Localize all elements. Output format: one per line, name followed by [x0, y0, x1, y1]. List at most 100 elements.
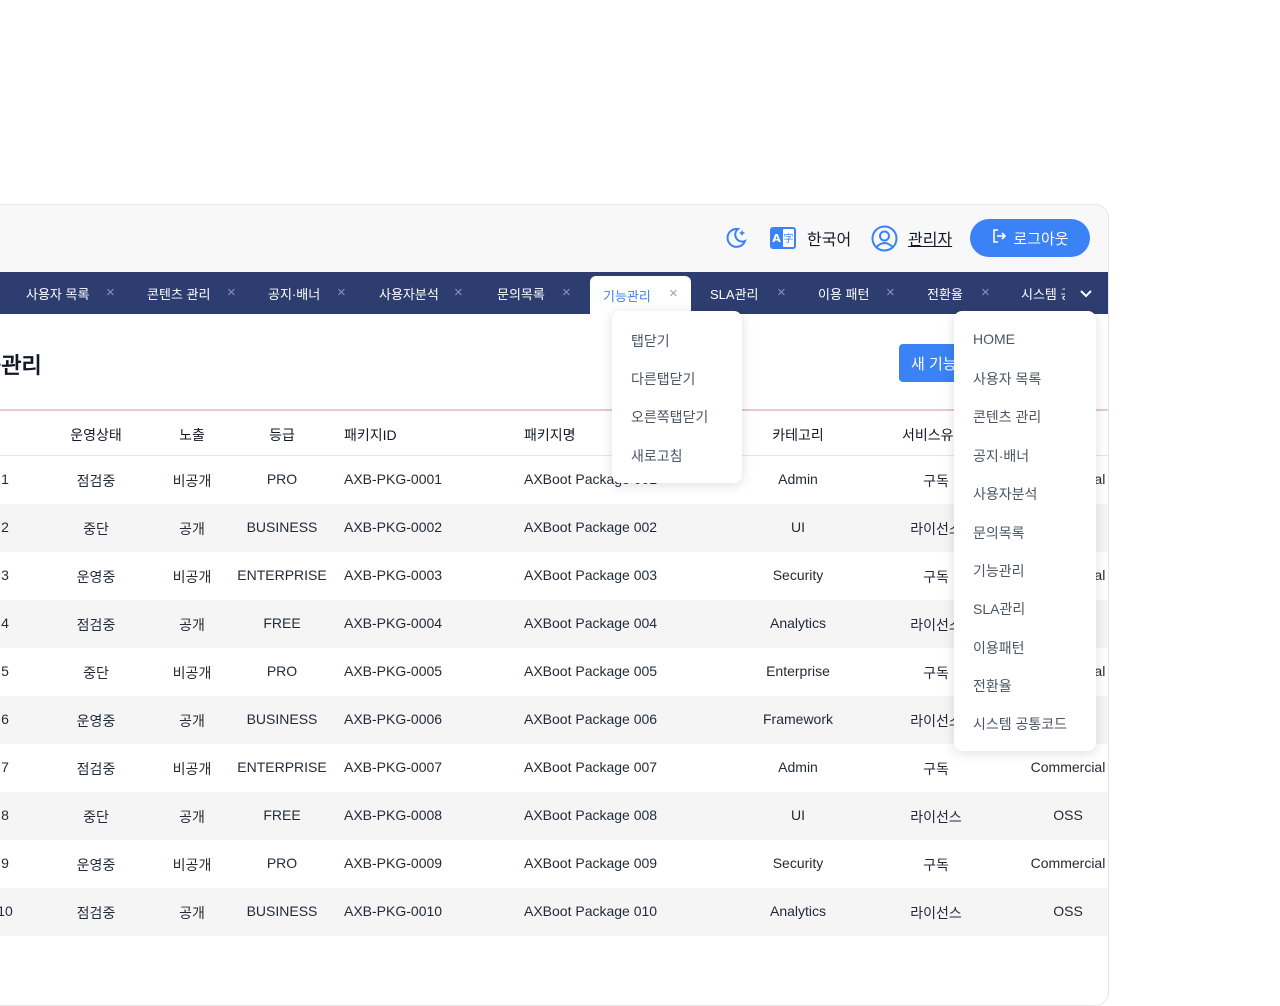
close-icon[interactable]: × — [227, 284, 236, 301]
tab-notice-banner[interactable]: 공지·배너 × — [268, 272, 378, 314]
cell-service-type: 구독 — [923, 857, 949, 873]
menu-close-other-tabs[interactable]: 다른탭닫기 — [631, 369, 695, 389]
tab-usage-pattern[interactable]: 이용 패턴 × — [818, 272, 908, 314]
column-header[interactable]: 패키지ID — [344, 425, 397, 445]
table-row[interactable]: 4 점검중 공개 FREE AXB-PKG-0004 AXBoot Package 004… — [0, 600, 1108, 648]
tab-list-item[interactable]: 콘텐츠 관리 — [973, 407, 1041, 427]
cell-grade: PRO — [266, 663, 298, 679]
tab-conversion-rate[interactable]: 전환율 × — [927, 272, 1007, 314]
cell-package-name: AXBoot Package 010 — [524, 903, 658, 919]
close-icon[interactable]: × — [454, 284, 463, 301]
cell-package-name: AXBoot Package 008 — [524, 807, 658, 823]
cell-grade: BUSINESS — [246, 903, 318, 919]
moon-icon[interactable] — [723, 225, 749, 251]
column-header[interactable]: 등급 — [269, 425, 295, 445]
table-row[interactable]: 5 중단 비공개 PRO AXB-PKG-0005 AXBoot Package 005 E… — [0, 648, 1108, 696]
cell-package-id: AXB-PKG-0010 — [344, 903, 443, 919]
cell-no: 5 — [1, 663, 9, 679]
cell-service-type: 라이선스 — [910, 809, 962, 825]
cell-package-id: AXB-PKG-0004 — [344, 615, 443, 631]
cell-grade: FREE — [263, 615, 301, 631]
close-icon[interactable]: × — [106, 284, 115, 301]
cell-visibility: 공개 — [179, 905, 205, 921]
tab-list-item[interactable]: 전환율 — [973, 676, 1012, 696]
table-row[interactable]: 2 중단 공개 BUSINESS AXB-PKG-0002 AXBoot Package … — [0, 504, 1108, 552]
close-icon[interactable]: × — [777, 284, 786, 301]
cell-package-name: AXBoot Package 009 — [524, 855, 658, 871]
tab-label: 시스템 공 — [1021, 286, 1065, 302]
close-icon[interactable]: × — [981, 284, 990, 301]
cell-grade: PRO — [266, 471, 298, 487]
tab-list-item[interactable]: 이용패턴 — [973, 638, 1025, 658]
close-icon[interactable]: × — [337, 284, 346, 301]
cell-status: 점검중 — [76, 905, 116, 921]
tab-list-item[interactable]: 문의목록 — [973, 523, 1025, 543]
cell-no: 9 — [1, 855, 9, 871]
cell-license: OSS — [1053, 903, 1083, 919]
tab-user-list[interactable]: 사용자 목록 × — [26, 272, 156, 314]
cell-package-name: AXBoot Package 007 — [524, 759, 658, 775]
menu-close-tab[interactable]: 탭닫기 — [631, 331, 670, 351]
table-row[interactable]: 3 운영중 비공개 ENTERPRISE AXB-PKG-0003 AXBoot Pack… — [0, 552, 1108, 600]
tab-content-manage[interactable]: 콘텐츠 관리 × — [147, 272, 267, 314]
tab-inquiry-list[interactable]: 문의목록 × — [497, 272, 597, 314]
cell-status: 중단 — [83, 809, 109, 825]
tab-list-menu: HOME 사용자 목록 콘텐츠 관리 공지·배너 사용자분석 문의목록 기능관리… — [954, 311, 1096, 751]
menu-refresh[interactable]: 새로고침 — [631, 446, 683, 466]
translate-icon[interactable]: A字 — [769, 226, 797, 250]
cell-package-id: AXB-PKG-0002 — [344, 519, 443, 535]
close-icon[interactable]: × — [562, 284, 571, 301]
table-row[interactable]: 8 중단 공개 FREE AXB-PKG-0008 AXBoot Package 008 U… — [0, 792, 1108, 840]
cell-no: 8 — [1, 807, 9, 823]
tab-list-item[interactable]: 공지·배너 — [973, 446, 1029, 466]
column-header[interactable]: 패키지명 — [524, 425, 576, 445]
tab-system-code[interactable]: 시스템 공 — [1021, 272, 1065, 314]
cell-package-id: AXB-PKG-0008 — [344, 807, 443, 823]
cell-package-id: AXB-PKG-0001 — [344, 471, 443, 487]
user-circle-icon[interactable] — [871, 225, 898, 252]
cell-package-id: AXB-PKG-0007 — [344, 759, 443, 775]
tab-list-item[interactable]: SLA관리 — [973, 599, 1025, 619]
cell-no: 4 — [1, 615, 9, 631]
menu-close-right-tabs[interactable]: 오른쪽탭닫기 — [631, 407, 708, 427]
tab-feature-manage[interactable]: 기능관리 × — [590, 276, 691, 314]
cell-no: 2 — [1, 519, 9, 535]
cell-grade: ENTERPRISE — [237, 759, 327, 775]
cell-package-id: AXB-PKG-0005 — [344, 663, 443, 679]
cell-service-type: 라이선스 — [910, 905, 962, 921]
column-header[interactable]: 노출 — [179, 425, 205, 445]
column-header[interactable]: 카테고리 — [772, 425, 824, 445]
tab-list-item[interactable]: 사용자 목록 — [973, 369, 1041, 389]
column-header[interactable]: 서비스유 — [902, 425, 954, 445]
close-icon[interactable]: × — [886, 284, 895, 301]
table-row[interactable]: 10 점검중 공개 BUSINESS AXB-PKG-0010 AXBoot Packag… — [0, 888, 1108, 936]
cell-category: Security — [772, 567, 824, 583]
chevron-down-icon — [1080, 290, 1092, 298]
tab-user-analysis[interactable]: 사용자분석 × — [379, 272, 489, 314]
tab-list-item[interactable]: 시스템 공통코드 — [973, 714, 1067, 734]
cell-no: 10 — [0, 903, 13, 919]
cell-grade: ENTERPRISE — [237, 567, 327, 583]
svg-text:A: A — [772, 232, 781, 245]
table-row[interactable]: 7 점검중 비공개 ENTERPRISE AXB-PKG-0007 AXBoot Pack… — [0, 744, 1108, 792]
table-row[interactable]: 6 운영중 공개 BUSINESS AXB-PKG-0006 AXBoot Package… — [0, 696, 1108, 744]
logout-button[interactable]: 로그아웃 — [970, 219, 1090, 257]
table-row[interactable]: 9 운영중 비공개 PRO AXB-PKG-0009 AXBoot Package 009… — [0, 840, 1108, 888]
tab-label: 기능관리 — [603, 288, 651, 304]
cell-package-id: AXB-PKG-0009 — [344, 855, 443, 871]
column-header[interactable]: 운영상태 — [70, 425, 122, 445]
table-row[interactable]: 1 점검중 비공개 PRO AXB-PKG-0001 AXBoot Package 001… — [0, 456, 1108, 504]
tab-list-item[interactable]: 사용자분석 — [973, 484, 1037, 504]
user-name-link[interactable]: 관리자 — [908, 227, 952, 249]
cell-category: Analytics — [769, 903, 827, 919]
language-selector[interactable]: 한국어 — [807, 227, 851, 249]
cell-visibility: 공개 — [179, 521, 205, 537]
cell-no: 1 — [1, 471, 9, 487]
tab-sla-manage[interactable]: SLA관리 × — [710, 272, 800, 314]
close-icon[interactable]: × — [669, 285, 678, 302]
cell-service-type: 구독 — [923, 569, 949, 585]
tab-list-item[interactable]: 기능관리 — [973, 561, 1025, 581]
tab-list-item[interactable]: HOME — [973, 331, 1015, 347]
tab-list-button[interactable] — [1065, 272, 1107, 314]
cell-status: 운영중 — [76, 857, 116, 873]
